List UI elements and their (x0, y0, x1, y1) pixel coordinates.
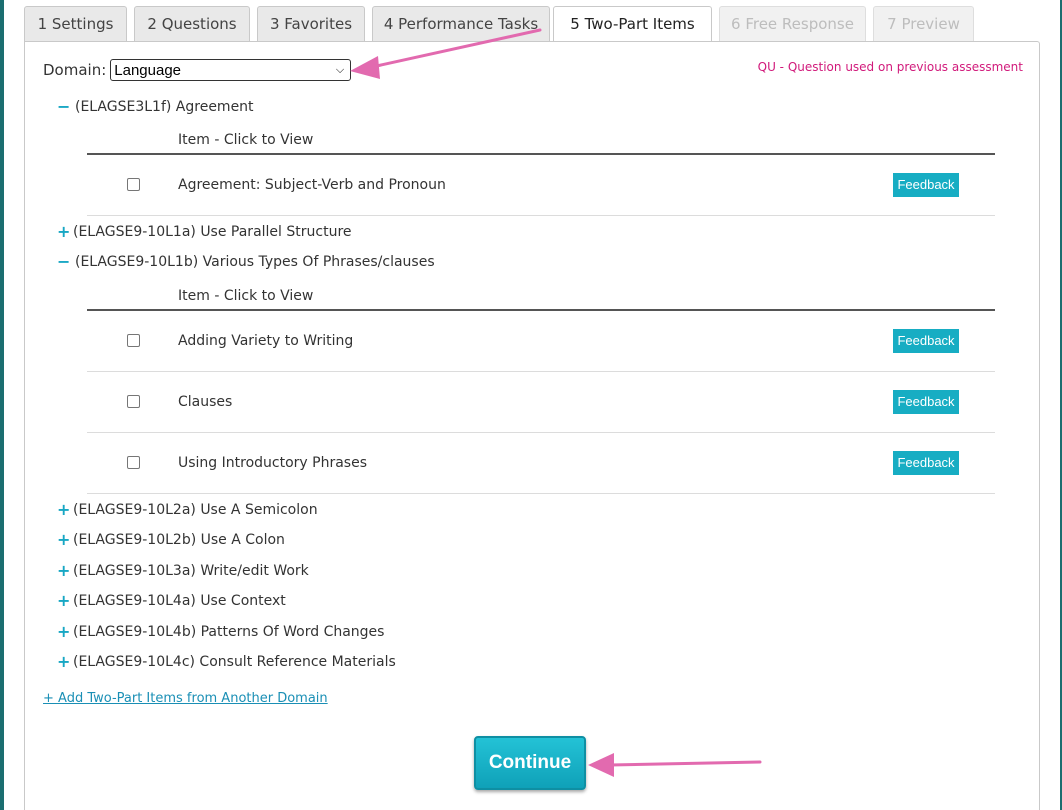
item-title-link[interactable]: Adding Variety to Writing (178, 333, 353, 349)
domain-label: Domain: (43, 61, 107, 79)
add-from-another-domain-link[interactable]: + Add Two-Part Items from Another Domain (43, 691, 328, 706)
item-title-link[interactable]: Using Introductory Phrases (178, 455, 367, 471)
page-frame: 1 Settings 2 Questions 3 Favorites 4 Per… (4, 0, 1060, 810)
standard-toggle-context[interactable]: + (ELAGSE9-10L4a) Use Context (57, 591, 286, 610)
standard-label: (ELAGSE9-10L1b) Various Types Of Phrases… (75, 253, 435, 270)
standard-toggle-phrases-clauses[interactable]: − (ELAGSE9-10L1b) Various Types Of Phras… (57, 252, 435, 271)
feedback-button[interactable]: Feedback (893, 329, 959, 353)
item-title-link[interactable]: Clauses (178, 394, 232, 410)
tab-preview: 7 Preview (873, 6, 974, 42)
feedback-button[interactable]: Feedback (893, 173, 959, 197)
item-checkbox[interactable] (127, 456, 140, 469)
feedback-button[interactable]: Feedback (893, 451, 959, 475)
tab-free-response: 6 Free Response (719, 6, 866, 42)
collapse-icon: − (57, 97, 71, 116)
standard-label: (ELAGSE3L1f) Agreement (75, 98, 254, 115)
continue-button[interactable]: Continue (474, 736, 586, 790)
tab-favorites[interactable]: 3 Favorites (257, 6, 365, 42)
standard-label: (ELAGSE9-10L2a) Use A Semicolon (73, 501, 318, 518)
collapse-icon: − (57, 252, 71, 271)
tab-settings[interactable]: 1 Settings (24, 6, 127, 42)
standard-label: (ELAGSE9-10L2b) Use A Colon (73, 531, 285, 548)
standard-label: (ELAGSE9-10L4c) Consult Reference Materi… (73, 653, 396, 670)
qu-legend: QU - Question used on previous assessmen… (757, 60, 1023, 74)
chevron-down-icon: ⌵ (335, 63, 345, 76)
table-row: Clauses Feedback (87, 372, 995, 433)
table-row: Using Introductory Phrases Feedback (87, 433, 995, 494)
item-checkbox[interactable] (127, 395, 140, 408)
expand-icon: + (57, 530, 71, 549)
table-row: Adding Variety to Writing Feedback (87, 311, 995, 372)
standard-label: (ELAGSE9-10L3a) Write/edit Work (73, 562, 309, 579)
table-row: Agreement: Subject-Verb and Pronoun Feed… (87, 155, 995, 216)
domain-select[interactable]: Language ⌵ (110, 59, 352, 81)
expand-icon: + (57, 591, 71, 610)
items-table-agreement: Item - Click to View Agreement: Subject-… (87, 125, 995, 216)
standard-toggle-word-changes[interactable]: + (ELAGSE9-10L4b) Patterns Of Word Chang… (57, 622, 384, 641)
standard-toggle-semicolon[interactable]: + (ELAGSE9-10L2a) Use A Semicolon (57, 500, 318, 519)
two-part-items-panel: Domain: Language ⌵ QU - Question used on… (24, 41, 1040, 810)
standard-toggle-write-edit[interactable]: + (ELAGSE9-10L3a) Write/edit Work (57, 561, 309, 580)
standard-label: (ELAGSE9-10L4a) Use Context (73, 592, 286, 609)
standard-toggle-parallel-structure[interactable]: + (ELAGSE9-10L1a) Use Parallel Structure (57, 222, 352, 241)
standard-label: (ELAGSE9-10L1a) Use Parallel Structure (73, 223, 352, 240)
expand-icon: + (57, 500, 71, 519)
domain-row: Domain: Language ⌵ (43, 58, 352, 82)
expand-icon: + (57, 622, 71, 641)
expand-icon: + (57, 561, 71, 580)
table-header: Item - Click to View (87, 125, 995, 155)
standard-toggle-reference-materials[interactable]: + (ELAGSE9-10L4c) Consult Reference Mate… (57, 652, 396, 671)
expand-icon: + (57, 652, 71, 671)
item-checkbox[interactable] (127, 178, 140, 191)
item-title-link[interactable]: Agreement: Subject-Verb and Pronoun (178, 177, 446, 193)
items-table-phrases-clauses: Item - Click to View Adding Variety to W… (87, 281, 995, 494)
table-header: Item - Click to View (87, 281, 995, 311)
tab-performance-tasks[interactable]: 4 Performance Tasks (372, 6, 550, 42)
expand-icon: + (57, 222, 71, 241)
domain-select-value: Language (114, 61, 182, 79)
feedback-button[interactable]: Feedback (893, 390, 959, 414)
tab-two-part-items[interactable]: 5 Two-Part Items (553, 6, 712, 43)
tab-questions[interactable]: 2 Questions (134, 6, 250, 42)
item-checkbox[interactable] (127, 334, 140, 347)
standard-toggle-agreement[interactable]: − (ELAGSE3L1f) Agreement (57, 97, 254, 116)
standard-toggle-colon[interactable]: + (ELAGSE9-10L2b) Use A Colon (57, 530, 285, 549)
standard-label: (ELAGSE9-10L4b) Patterns Of Word Changes (73, 623, 385, 640)
